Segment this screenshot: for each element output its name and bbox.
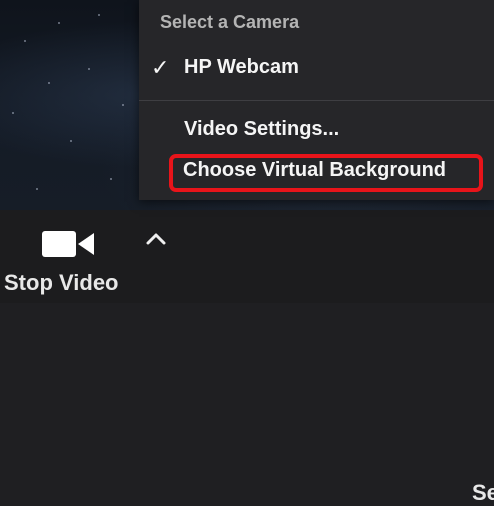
background-star [58, 22, 60, 24]
stop-video-button[interactable]: Stop Video [0, 210, 140, 303]
background-star [36, 188, 38, 190]
background-star [48, 82, 50, 84]
menu-item-video-settings[interactable]: Video Settings... [139, 110, 494, 150]
video-camera-icon [42, 231, 94, 257]
background-star [70, 140, 72, 142]
toolbar-partial-label: Se [472, 480, 494, 505]
stop-video-label: Stop Video [4, 270, 119, 295]
background-star [12, 112, 14, 114]
menu-item-label: HP Webcam [184, 56, 299, 78]
menu-item-label: Video Settings... [184, 118, 340, 140]
menu-divider [139, 100, 494, 101]
menu-item-hp-webcam[interactable]: ✓ HP Webcam [139, 48, 494, 88]
background-star [24, 40, 26, 42]
meeting-toolbar: Stop Video Se [0, 210, 494, 505]
highlight-annotation [169, 154, 483, 192]
menu-header: Select a Camera [160, 12, 300, 32]
chevron-up-icon[interactable] [141, 226, 171, 252]
background-star [98, 14, 100, 16]
background-star [122, 104, 124, 106]
background-star [110, 178, 112, 180]
checkmark-icon: ✓ [151, 55, 170, 80]
background-star [88, 68, 90, 70]
